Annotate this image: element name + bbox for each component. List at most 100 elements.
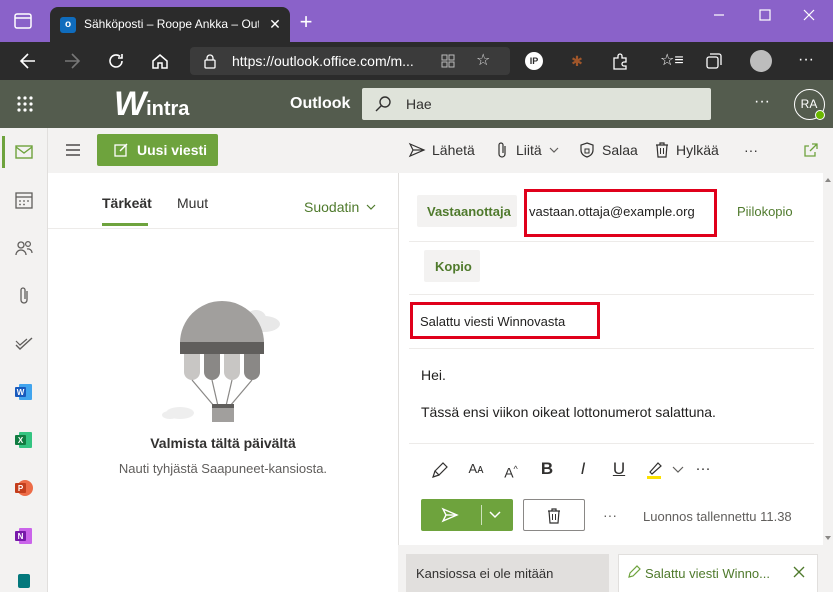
hamburger-menu-icon[interactable] [64, 142, 82, 158]
mail-icon[interactable] [12, 140, 36, 164]
maximize-icon[interactable] [758, 8, 772, 22]
send-more-icon[interactable]: ··· [603, 507, 627, 523]
app-available-icon[interactable] [440, 53, 456, 69]
ip-extension-icon[interactable]: IP [525, 52, 543, 70]
new-tab-icon[interactable]: + [296, 11, 316, 33]
new-message-button[interactable]: Uusi viesti [97, 134, 218, 166]
send-button[interactable] [421, 499, 513, 531]
chevron-down-icon[interactable] [487, 508, 503, 522]
scroll-up-icon[interactable] [824, 176, 832, 184]
search-box[interactable]: Hae [362, 88, 711, 120]
avatar[interactable]: RA [794, 89, 825, 120]
to-button[interactable]: Vastaanottaja [417, 195, 517, 227]
cc-button[interactable]: Kopio [424, 250, 480, 282]
forward-icon[interactable] [62, 51, 82, 71]
folder-empty-label: Kansiossa ei ole mitään [416, 566, 554, 581]
bold-icon[interactable]: B [535, 457, 559, 481]
subject-field[interactable]: Salattu viesti Winnovasta [410, 302, 600, 339]
browser-toolbar: https://outlook.office.com/m... ☆ IP ✱ ☆… [0, 42, 833, 80]
calendar-icon[interactable] [12, 188, 36, 212]
send-icon [408, 142, 426, 158]
tab-title: Sähköposti – Roope Ankka – Outlook [84, 17, 259, 31]
font-size-increase-icon[interactable]: A^ [499, 457, 523, 481]
tab-focused[interactable]: Tärkeät [102, 195, 152, 211]
header-more-icon[interactable]: ··· [750, 93, 774, 113]
format-painter-icon[interactable] [429, 457, 453, 481]
app-rail: W X P N [0, 128, 48, 592]
extensions-puzzle-icon[interactable] [611, 52, 629, 70]
attach-command[interactable]: Liitä [494, 140, 560, 160]
underline-icon[interactable]: U [607, 457, 631, 481]
excel-icon[interactable]: X [12, 428, 36, 452]
people-icon[interactable] [12, 236, 36, 260]
svg-text:N: N [18, 532, 24, 541]
to-divider [409, 241, 814, 242]
url-text: https://outlook.office.com/m... [232, 53, 414, 69]
chevron-down-icon [549, 147, 559, 153]
powerpoint-icon[interactable]: P [12, 476, 36, 500]
favorites-icon[interactable]: ☆≡ [660, 51, 684, 71]
send-icon [441, 507, 459, 523]
bcc-button[interactable]: Piilokopio [737, 204, 807, 219]
minimize-icon[interactable] [712, 8, 726, 22]
highlight-icon[interactable] [643, 457, 667, 481]
filter-button[interactable]: Suodatin [304, 197, 377, 217]
onenote-icon[interactable]: N [12, 524, 36, 548]
svg-text:P: P [18, 484, 24, 493]
folder-empty-tab[interactable]: Kansiossa ei ole mitään [406, 554, 609, 592]
add-favorite-icon[interactable]: ☆ [476, 52, 494, 70]
to-field[interactable]: vastaan.ottaja@example.org [524, 189, 717, 237]
browser-menu-icon[interactable]: ··· [796, 51, 816, 71]
font-size-decrease-icon[interactable]: Aᴀ [464, 457, 488, 481]
encrypt-command-label: Salaa [602, 142, 638, 158]
logo-rest: intra [146, 98, 190, 120]
draft-tab[interactable]: Salattu viesti Winno... [618, 554, 818, 592]
compose-icon [113, 142, 129, 158]
address-bar[interactable]: https://outlook.office.com/m... ☆ [190, 47, 510, 75]
back-icon[interactable] [18, 51, 38, 71]
word-icon[interactable]: W [12, 380, 36, 404]
send-divider [481, 505, 482, 525]
discard-command[interactable]: Hylkää [654, 140, 719, 160]
encrypt-command[interactable]: Salaa [578, 140, 638, 160]
profile-icon[interactable] [750, 50, 772, 72]
tab-close-icon[interactable]: ✕ [266, 15, 284, 33]
to-label: Vastaanottaja [427, 204, 511, 219]
home-icon[interactable] [150, 51, 170, 71]
draft-tab-close-icon[interactable] [791, 564, 807, 580]
wintra-logo[interactable]: W intra [114, 86, 214, 122]
outlook-favicon-icon: o [60, 17, 76, 33]
tab-focused-underline [102, 223, 148, 226]
search-icon [374, 95, 392, 113]
trash-icon [656, 142, 668, 158]
todo-icon[interactable] [12, 332, 36, 356]
send-command[interactable]: Lähetä [408, 140, 475, 160]
svg-text:W: W [17, 388, 25, 397]
refresh-icon[interactable] [106, 51, 126, 71]
more-formatting-icon[interactable]: ··· [691, 457, 715, 481]
avatar-initials: RA [800, 97, 818, 111]
pencil-icon [627, 565, 641, 579]
empty-subtitle: Nauti tyhjästä Saapuneet-kansiosta. [118, 461, 328, 476]
pop-out-icon[interactable] [802, 141, 820, 159]
new-message-label: Uusi viesti [137, 142, 208, 158]
window-close-icon[interactable] [802, 8, 816, 22]
browser-tab[interactable]: o Sähköposti – Roope Ankka – Outlook ✕ [50, 7, 290, 42]
shield-icon [580, 142, 594, 158]
body-editor[interactable]: Hei. Tässä ensi viikon oikeat lottonumer… [409, 349, 814, 443]
chevron-down-icon [366, 204, 376, 210]
app-launcher-icon[interactable] [16, 95, 34, 113]
attachment-icon[interactable] [12, 284, 36, 308]
tab-other[interactable]: Muut [177, 195, 208, 211]
app-name[interactable]: Outlook [290, 95, 360, 115]
discard-button[interactable] [523, 499, 585, 531]
extension-icon[interactable]: ✱ [568, 52, 586, 70]
chevron-down-icon[interactable] [667, 457, 691, 481]
compose-scrollbar[interactable] [823, 173, 833, 545]
window-tabs-icon[interactable] [14, 13, 32, 29]
bookings-icon[interactable] [12, 568, 36, 592]
collections-icon[interactable] [705, 52, 723, 70]
more-commands-icon[interactable]: ··· [744, 140, 758, 160]
italic-icon[interactable]: I [571, 457, 595, 481]
scroll-down-icon[interactable] [824, 534, 832, 542]
